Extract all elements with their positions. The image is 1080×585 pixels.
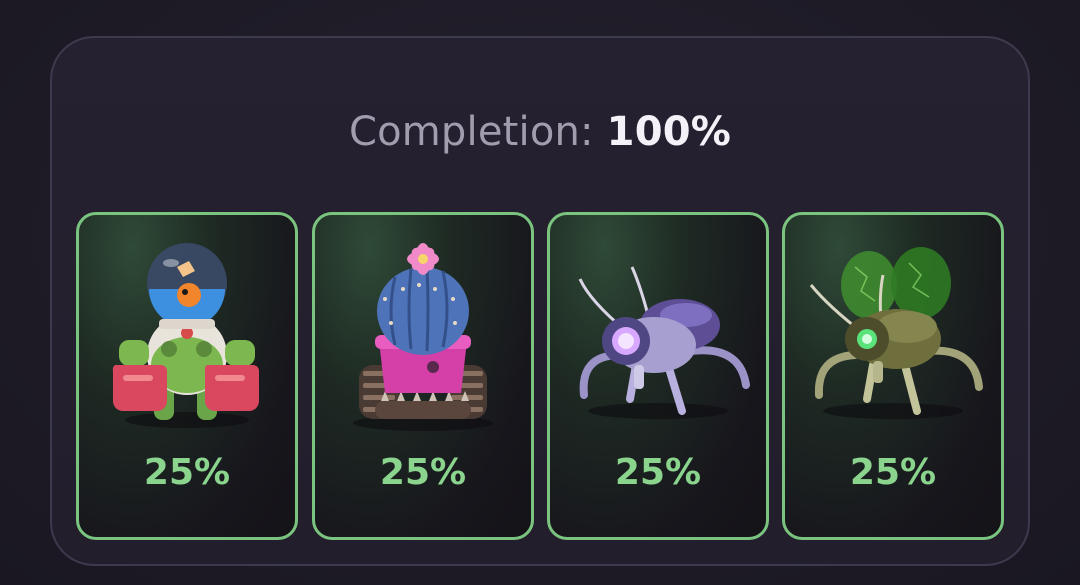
card-percent: 25% [143, 452, 231, 493]
card-percent: 25% [379, 452, 467, 493]
character-card-fishbowl-robot[interactable]: 25% [76, 212, 298, 540]
card-percent: 25% [614, 452, 702, 493]
fishbowl-robot-icon [112, 243, 259, 428]
completion-value: 100% [606, 109, 732, 155]
cactus-tank-icon [353, 243, 493, 431]
completion-label: Completion: [348, 109, 594, 155]
completion-header: Completion: 100% [0, 108, 1080, 156]
purple-beetle-bot-icon [578, 266, 750, 419]
green-beetle-bot-icon [809, 247, 983, 419]
character-card-purple-beetle-bot[interactable]: 25% [547, 212, 769, 540]
card-percent: 25% [849, 452, 937, 493]
character-card-green-beetle-bot[interactable]: 25% [782, 212, 1004, 540]
character-card-cactus-tank[interactable]: 25% [312, 212, 534, 540]
